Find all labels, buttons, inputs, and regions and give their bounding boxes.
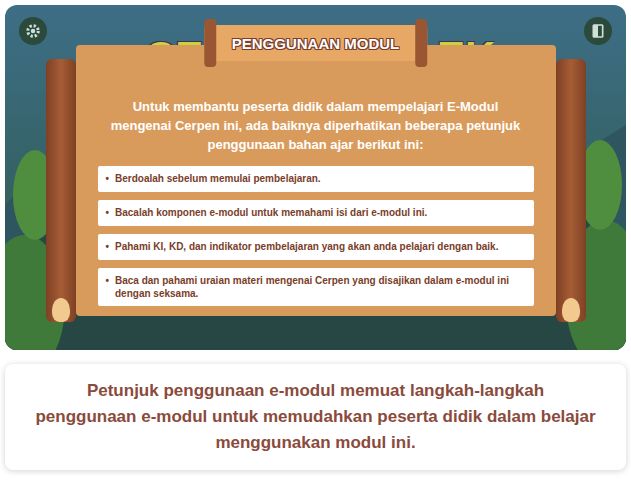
caption-text: Petunjuk penggunaan e-modul memuat langk… [35,378,596,456]
bullet: • [106,274,110,300]
banner: PENGGUNAAN MODUL [204,25,428,61]
intro-text: Untuk membantu peserta didik dalam mempe… [110,97,522,154]
step-text: Pahami KI, KD, dan indikator pembelajara… [115,240,498,254]
step-text: Bacalah komponen e-modul untuk memahami … [115,206,427,220]
step-item: • Berdoalah sebelum memulai pembelajaran. [98,166,534,192]
scroll-rod [556,59,586,322]
steps-list[interactable]: • Berdoalah sebelum memulai pembelajaran.… [98,166,534,306]
exit-button[interactable] [584,17,612,45]
banner-rod [204,19,216,67]
caption-box: Petunjuk penggunaan e-modul memuat langk… [5,364,626,470]
scroll-rod [46,59,76,322]
bullet: • [106,206,110,220]
step-item: • Bacalah komponen e-modul untuk memahami… [98,200,534,226]
module-scene: CEEKPENGGUNAAN MODULUntuk membantu peser… [5,5,626,350]
bullet: • [106,172,110,186]
settings-button[interactable] [19,17,47,45]
banner-rod [415,19,427,67]
step-text: Baca dan pahami uraian materi mengenai C… [115,274,525,300]
door-icon [590,23,606,39]
step-item: •Baca dan pahami uraian materi mengenai … [98,268,534,306]
banner-title: PENGGUNAAN MODUL [216,25,416,61]
step-text: Berdoalah sebelum memulai pembelajaran. [115,172,321,186]
instructions-panel: PENGGUNAAN MODULUntuk membantu peserta d… [76,45,556,316]
gear-icon [24,22,42,40]
step-item: • Pahami KI, KD, dan indikator pembelajar… [98,234,534,260]
bullet: • [106,240,110,254]
page: CEEKPENGGUNAAN MODULUntuk membantu peser… [0,0,631,478]
